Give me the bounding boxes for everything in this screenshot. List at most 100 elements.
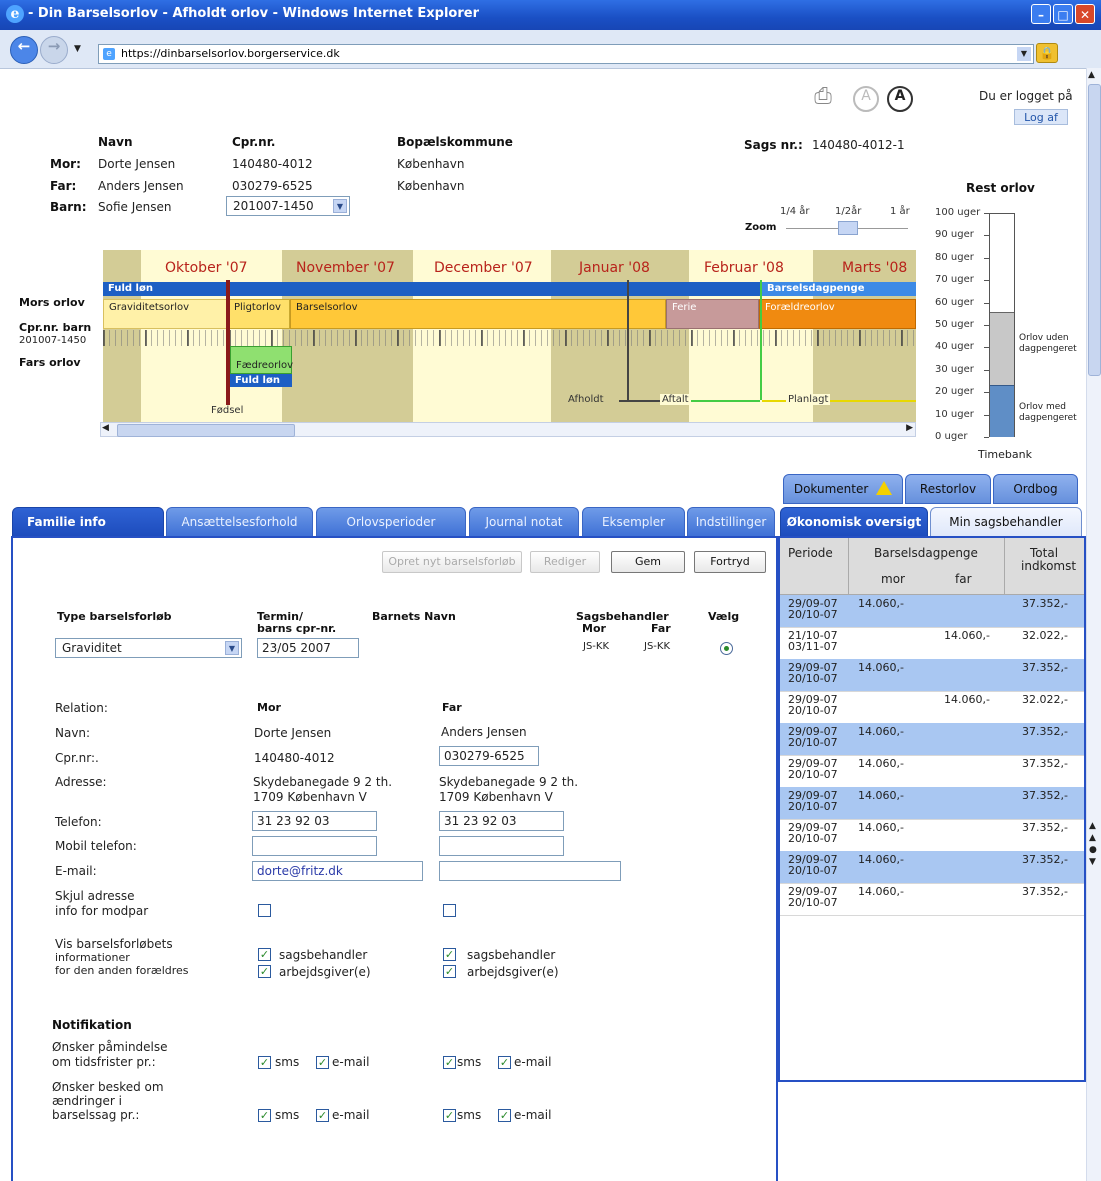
col-far: far	[955, 572, 972, 586]
mor-p1-email-checkbox[interactable]: ✓	[316, 1056, 329, 1069]
tab-ansaettelsesforhold[interactable]: Ansættelsesforhold	[166, 507, 313, 537]
scroll-up-icon[interactable]: ▲	[1088, 70, 1095, 80]
lock-icon[interactable]: 🔒	[1036, 43, 1058, 63]
window-titlebar: e - Din Barselsorlov - Afholdt orlov - W…	[0, 0, 1101, 30]
url-dropdown-icon[interactable]: ▼	[1017, 47, 1031, 61]
mor-vis-sags-checkbox[interactable]: ✓	[258, 948, 271, 961]
scroll-left-icon[interactable]: ◀	[102, 423, 109, 433]
table-row[interactable]: 29/09-07 20/10-07 14.060,- 32.022,-	[780, 691, 1084, 724]
mor-p2-email-label: e-mail	[332, 1108, 370, 1122]
zoom-opt-year[interactable]: 1 år	[890, 206, 910, 217]
table-row[interactable]: 29/09-07 20/10-07 14.060,- 37.352,-	[780, 595, 1084, 628]
barn-cpr-select[interactable]: 201007-1450 ▼	[226, 196, 350, 216]
mor-p2-sms-checkbox[interactable]: ✓	[258, 1109, 271, 1122]
fortryd-button[interactable]: Fortryd	[694, 551, 766, 573]
back-arrow-icon[interactable]: ←	[10, 36, 38, 64]
timeline-week-ticks	[103, 330, 916, 346]
bar-ferie[interactable]: Ferie	[666, 299, 759, 329]
zoom-opt-half[interactable]: 1/2år	[835, 206, 861, 217]
tab-ordbog[interactable]: Ordbog	[993, 474, 1078, 504]
forward-arrow-icon[interactable]: →	[40, 36, 68, 64]
mor-mobil-input[interactable]	[252, 836, 377, 856]
type-select[interactable]: Graviditet ▼	[55, 638, 242, 658]
scrollbar-thumb[interactable]	[1088, 84, 1101, 376]
bar-barselsdagpenge[interactable]: Barselsdagpenge	[762, 282, 916, 296]
zoom-opt-quarter[interactable]: 1/4 år	[780, 206, 810, 217]
table-row[interactable]: 29/09-07 20/10-07 14.060,- 37.352,-	[780, 787, 1084, 820]
minimize-icon[interactable]: –	[1031, 4, 1051, 24]
far-vis-sags-checkbox[interactable]: ✓	[443, 948, 456, 961]
tab-min-sagsbehandler[interactable]: Min sagsbehandler	[930, 507, 1082, 537]
far-cpr: 030279-6525	[232, 179, 313, 193]
month-label: Oktober '07	[165, 260, 248, 276]
far-vis-arb-checkbox[interactable]: ✓	[443, 965, 456, 978]
mor-p2-email-checkbox[interactable]: ✓	[316, 1109, 329, 1122]
tab-orlovsperioder[interactable]: Orlovsperioder	[316, 507, 466, 537]
bar-fuld-lon[interactable]: Fuld løn	[103, 282, 762, 296]
far-cpr-input[interactable]: 030279-6525	[439, 746, 539, 766]
table-row[interactable]: 29/09-07 20/10-07 14.060,- 37.352,-	[780, 723, 1084, 756]
table-row[interactable]: 29/09-07 20/10-07 14.060,- 37.352,-	[780, 851, 1084, 884]
mor-telefon-input[interactable]: 31 23 92 03	[252, 811, 377, 831]
table-row[interactable]: 29/09-07 20/10-07 14.060,- 37.352,-	[780, 883, 1084, 916]
bar-barselsorlov[interactable]: Barselsorlov	[290, 299, 666, 329]
far-telefon-input[interactable]: 31 23 92 03	[439, 811, 564, 831]
rediger-button[interactable]: Rediger	[530, 551, 600, 573]
scroll-right-icon[interactable]: ▶	[906, 423, 913, 433]
barn-name: Sofie Jensen	[98, 200, 172, 214]
logout-button[interactable]: Log af	[1014, 109, 1068, 125]
mor-adresse-2: 1709 København V	[253, 790, 367, 804]
address-bar[interactable]: e https://dinbarselsorlov.borgerservice.…	[98, 44, 1034, 64]
tab-eksempler[interactable]: Eksempler	[582, 507, 685, 537]
sags-number: 140480-4012-1	[812, 138, 905, 152]
far-p1-sms-checkbox[interactable]: ✓	[443, 1056, 456, 1069]
close-icon[interactable]: ✕	[1075, 4, 1095, 24]
tab-journal-notat[interactable]: Journal notat	[469, 507, 579, 537]
mor-email-input[interactable]: dorte@fritz.dk	[252, 861, 423, 881]
bar-graviditetsorlov[interactable]: Graviditetsorlov	[103, 299, 228, 329]
bar-pligtorlov[interactable]: Pligtorlov	[228, 299, 290, 329]
gem-button[interactable]: Gem	[611, 551, 685, 573]
mor-p1-sms-checkbox[interactable]: ✓	[258, 1056, 271, 1069]
text-size-large-icon[interactable]: A	[887, 86, 913, 112]
besked-label-1: Ønsker besked om	[52, 1080, 164, 1094]
tab-dokumenter[interactable]: Dokumenter	[783, 474, 903, 504]
afholdt-label: Afholdt	[566, 394, 606, 405]
zoom-slider-handle[interactable]	[838, 221, 858, 235]
table-row[interactable]: 29/09-07 20/10-07 14.060,- 37.352,-	[780, 819, 1084, 852]
far-p1-email-checkbox[interactable]: ✓	[498, 1056, 511, 1069]
mor-relation: Mor	[257, 701, 281, 714]
scroll-nav-icons[interactable]: ▲ ▲ ● ▼	[1089, 820, 1097, 868]
timeline[interactable]: Oktober '07 November '07 December '07 Ja…	[103, 250, 916, 422]
bar-faedreorlov[interactable]: Fædreorlov	[230, 346, 293, 374]
mor-vis-sags-label: sagsbehandler	[279, 948, 368, 962]
maximize-icon[interactable]: □	[1053, 4, 1073, 24]
far-p1-sms-label: sms	[457, 1055, 482, 1069]
far-p2-sms-checkbox[interactable]: ✓	[443, 1109, 456, 1122]
far-email-input[interactable]	[439, 861, 621, 881]
timeline-scroll-thumb[interactable]	[117, 424, 295, 437]
far-skjul-checkbox[interactable]	[443, 904, 456, 917]
vaelg-radio[interactable]	[720, 642, 733, 655]
table-row[interactable]: 21/10-07 03/11-07 14.060,- 32.022,-	[780, 627, 1084, 660]
table-row[interactable]: 29/09-07 20/10-07 14.060,- 37.352,-	[780, 755, 1084, 788]
tab-indstillinger[interactable]: Indstillinger	[687, 507, 775, 537]
history-dropdown-icon[interactable]: ▼	[74, 44, 81, 54]
mor-vis-arb-checkbox[interactable]: ✓	[258, 965, 271, 978]
print-icon[interactable]: ⎙	[810, 84, 836, 110]
table-row[interactable]: 29/09-07 20/10-07 14.060,- 37.352,-	[780, 659, 1084, 692]
opret-button[interactable]: Opret nyt barselsforløb	[382, 551, 522, 573]
far-mobil-input[interactable]	[439, 836, 564, 856]
month-label: Marts '08	[842, 260, 908, 276]
text-size-small-icon[interactable]: A	[853, 86, 879, 112]
tab-familie-info[interactable]: Familie info	[12, 507, 164, 537]
bar-foraeldreorlov[interactable]: Forældreorlov	[759, 299, 916, 329]
bar-fuld-lon-far[interactable]: Fuld løn	[230, 374, 292, 387]
cell-mor: 14.060,-	[858, 853, 904, 866]
timeline-scrollbar[interactable]: ◀ ▶	[100, 422, 916, 437]
tab-restorlov[interactable]: Restorlov	[905, 474, 991, 504]
tab-okonomisk-oversigt[interactable]: Økonomisk oversigt	[780, 507, 928, 537]
termin-input[interactable]: 23/05 2007	[257, 638, 359, 658]
far-p2-email-checkbox[interactable]: ✓	[498, 1109, 511, 1122]
mor-skjul-checkbox[interactable]	[258, 904, 271, 917]
